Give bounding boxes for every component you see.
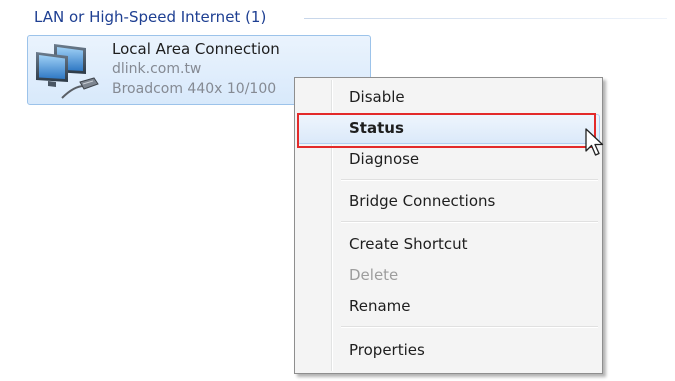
connection-device: Broadcom 440x 10/100 <box>112 81 277 97</box>
network-connections-window: LAN or High-Speed Internet (1) Local Are… <box>0 0 675 381</box>
group-header: LAN or High-Speed Internet (1) <box>34 8 267 26</box>
connection-name: Local Area Connection <box>112 40 280 58</box>
connection-domain: dlink.com.tw <box>112 61 202 77</box>
network-adapter-icon <box>36 44 99 99</box>
menu-item-create-shortcut[interactable]: Create Shortcut <box>349 235 468 253</box>
menu-separator <box>341 179 598 181</box>
menu-item-rename[interactable]: Rename <box>349 297 411 315</box>
menu-item-disable[interactable]: Disable <box>349 88 405 106</box>
menu-item-properties[interactable]: Properties <box>349 341 425 359</box>
menu-separator <box>341 221 598 223</box>
menu-separator <box>341 326 598 328</box>
menu-item-bridge-connections[interactable]: Bridge Connections <box>349 192 495 210</box>
menu-item-delete: Delete <box>349 266 399 284</box>
mouse-pointer-icon <box>585 128 604 156</box>
menu-item-diagnose[interactable]: Diagnose <box>349 150 419 168</box>
group-divider <box>304 18 667 19</box>
annotation-highlight-box <box>297 113 596 148</box>
